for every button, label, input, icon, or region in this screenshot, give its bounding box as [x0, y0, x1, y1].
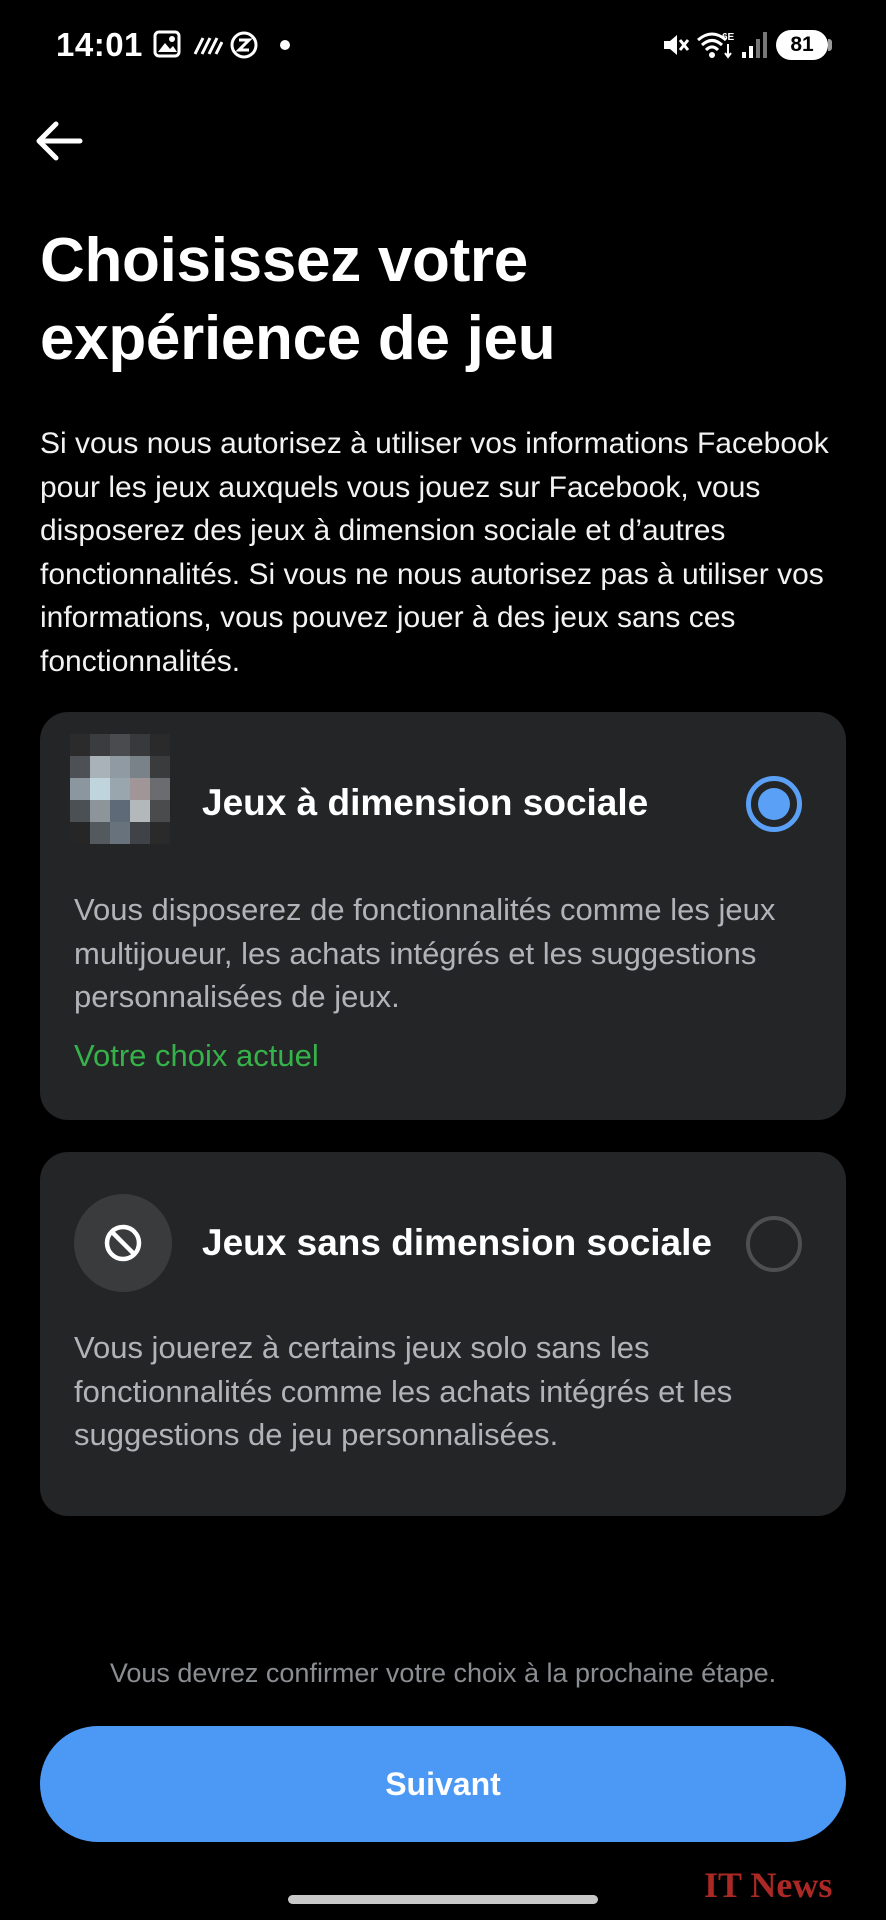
next-button[interactable]: Suivant: [40, 1726, 846, 1842]
status-bar: 14:01 6E 81: [0, 0, 886, 90]
option-description-solo: Vous jouerez à certains jeux solo sans l…: [74, 1330, 733, 1452]
status-time: 14:01: [56, 26, 143, 63]
mute-icon: [664, 35, 690, 55]
wifi-6e-icon: 6E: [697, 32, 735, 59]
option-title-solo: Jeux sans dimension sociale: [202, 1222, 712, 1263]
option-title-social: Jeux à dimension sociale: [202, 782, 649, 823]
image-icon: [153, 30, 181, 58]
intro-text: Si vous nous autorisez à utiliser vos in…: [40, 427, 829, 678]
arrow-left-icon: [36, 121, 83, 161]
radio-unselected[interactable]: [746, 1216, 802, 1272]
option-card-social[interactable]: Jeux à dimension sociale Vous disposerez…: [40, 712, 846, 1120]
ndc-icon: [193, 37, 223, 55]
watermark-logo: IT News: [704, 1865, 833, 1905]
battery-icon: 81: [776, 30, 828, 60]
prohibited-icon: [104, 1224, 142, 1262]
option-card-solo[interactable]: Jeux sans dimension sociale Vous jouerez…: [40, 1152, 846, 1516]
option-description-social: Vous disposerez de fonctionnalités comme…: [74, 892, 776, 1014]
home-indicator[interactable]: [288, 1895, 598, 1904]
dot-indicator: [280, 40, 290, 50]
page-title: Choisissez votre expérience de jeu: [40, 226, 556, 373]
battery-tip: [828, 39, 832, 51]
svg-text:6E: 6E: [722, 32, 735, 43]
signal-icon: [742, 32, 767, 58]
prohibited-icon-wrap: [74, 1194, 172, 1292]
radio-selected[interactable]: [746, 776, 802, 832]
blurred-avatar-image: [70, 734, 170, 844]
current-choice-label: Votre choix actuel: [74, 1038, 319, 1073]
confirmation-note: Vous devrez confirmer votre choix à la p…: [109, 1658, 777, 1688]
sync-icon: [230, 31, 258, 59]
back-button[interactable]: [28, 110, 90, 172]
